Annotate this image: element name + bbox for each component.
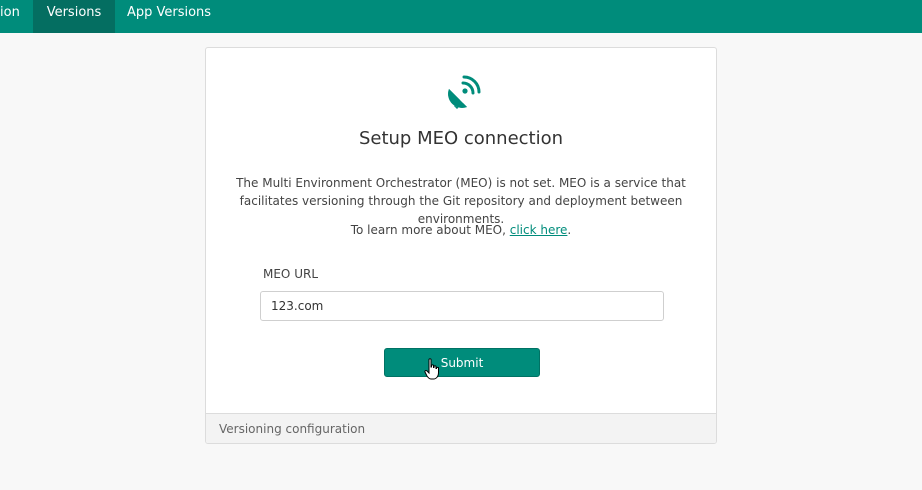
- top-nav-bar: ion Versions App Versions: [0, 0, 922, 33]
- learn-more-suffix: .: [567, 223, 572, 237]
- meo-setup-card: Setup MEO connection The Multi Environme…: [205, 47, 717, 444]
- learn-more-prefix: To learn more about MEO,: [350, 223, 510, 237]
- hand-cursor-icon: [424, 358, 439, 380]
- meo-url-input[interactable]: [260, 291, 664, 321]
- tab-versions[interactable]: Versions: [33, 0, 115, 33]
- card-description: The Multi Environment Orchestrator (MEO)…: [236, 176, 686, 226]
- learn-more-link[interactable]: click here: [510, 223, 568, 237]
- card-footer: Versioning configuration: [206, 413, 716, 443]
- submit-button[interactable]: Submit: [384, 348, 540, 377]
- tab-partial-left[interactable]: ion: [0, 0, 33, 33]
- learn-more-text: To learn more about MEO, click here.: [206, 223, 716, 237]
- tab-app-versions[interactable]: App Versions: [115, 0, 223, 33]
- satellite-dish-icon: [448, 75, 481, 109]
- card-title: Setup MEO connection: [358, 128, 564, 149]
- meo-url-label: MEO URL: [263, 267, 319, 281]
